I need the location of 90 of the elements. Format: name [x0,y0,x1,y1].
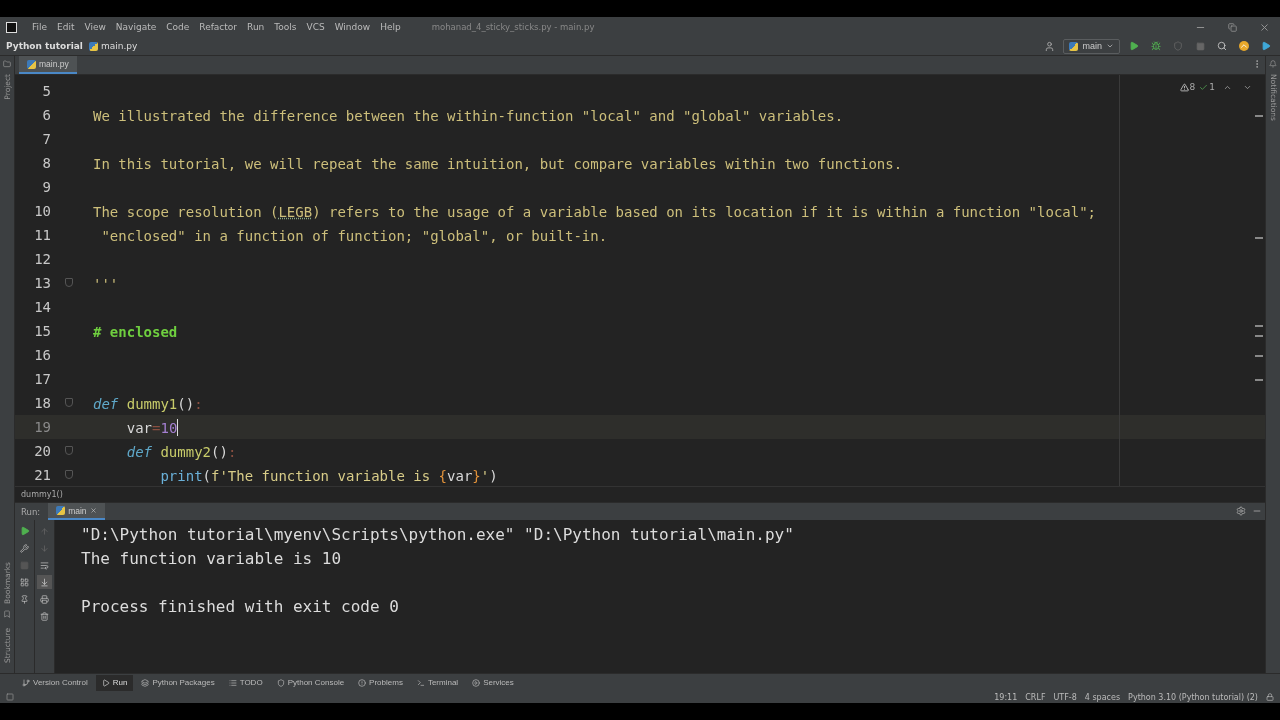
file-breadcrumb[interactable]: main.py [88,41,138,51]
alert-icon [358,678,367,687]
tool-window-button[interactable]: Run [95,674,134,691]
status-item[interactable]: 19:11 [994,692,1018,702]
terminal-icon [416,678,425,687]
menu-item[interactable]: Navigate [110,22,162,32]
editor-tab[interactable]: main.py [19,56,77,74]
scope-breadcrumb[interactable]: dummy1() [21,490,63,499]
line-number: 6 [41,107,51,123]
run-label: Run: [21,505,41,519]
play-circle-icon [472,678,481,687]
line-number: 21 [33,467,51,483]
layout-icon[interactable] [17,575,32,589]
code-line: "enclosed" in a function of function; "global", or built-in. [100,226,608,245]
line-number: 11 [33,227,51,243]
warning-count[interactable]: 8 [1179,82,1196,92]
text-cursor [177,418,179,436]
bookmark-icon [3,609,11,618]
tool-window-button[interactable]: Python Packages [135,674,221,691]
play-icon [101,678,110,687]
tool-window-button[interactable]: Version Control [16,674,94,691]
code-line: ''' [93,274,119,293]
project-breadcrumb[interactable]: Python tutorial [6,41,83,51]
app-logo-icon [6,21,17,33]
menu-item[interactable]: Code [161,22,195,32]
console-output: The function variable is 10 [81,548,342,568]
code-line: We illustrated the difference between the within-function "local" and "global" variables. [93,106,844,125]
code-line: The scope resolution (LEGB) refers to the usage of a variable based on its location if it is within a function "local"; [93,202,1097,221]
line-number: 8 [41,155,51,171]
code-line: var=10 [125,418,178,437]
menu-item[interactable]: Refactor [194,22,243,32]
scroll-to-end-icon[interactable] [37,575,52,589]
tool-window-button[interactable]: Python Console [270,674,351,691]
line-number: 5 [41,83,51,99]
close-icon [1258,21,1270,33]
status-item[interactable]: UTF-8 [1053,692,1077,702]
menu-item[interactable]: Tools [269,22,302,32]
menu-item[interactable]: Help [375,22,406,32]
line-number: 10 [33,203,51,219]
tool-window-button[interactable]: Services [466,674,520,691]
close-icon[interactable] [89,507,97,514]
lock-icon[interactable] [1266,693,1274,701]
bell-icon [1269,60,1277,68]
check-icon [1199,82,1209,92]
console-output: Process finished with exit code 0 [81,596,399,616]
code-line: def dummy2(): [125,442,237,461]
shield-icon [276,678,285,687]
status-item[interactable]: CRLF [1025,692,1046,702]
line-number: 15 [33,323,51,339]
code-line: def dummy1(): [93,394,203,413]
line-number: 7 [41,131,51,147]
folder-icon [3,60,11,68]
menu-item[interactable]: Edit [52,22,80,32]
status-item[interactable]: Python 3.10 (Python tutorial) (2) [1128,692,1258,702]
tool-window-button[interactable]: TODO [222,674,269,691]
status-item[interactable]: 4 spaces [1084,692,1121,702]
line-number: 12 [33,251,51,267]
line-number: 18 [33,395,51,411]
list-icon [228,678,237,687]
code-line: print(f'The function variable is {var}') [159,466,498,485]
line-number: 19 [33,419,51,435]
menu-item[interactable]: VCS [301,22,330,32]
print-icon[interactable] [37,592,52,606]
line-number: 20 [33,443,51,459]
code-line: In this tutorial, we will repeat the same intuition, but compare variables within two functions. [93,154,903,173]
line-number: 14 [33,299,51,315]
weak-warning-count[interactable]: 1 [1199,82,1215,92]
run-tab[interactable]: main [48,503,105,520]
stop-icon[interactable] [17,558,32,572]
line-number: 9 [41,179,51,195]
line-number: 16 [33,347,51,363]
tool-window-button[interactable]: Problems [352,674,409,691]
wrench-icon[interactable] [17,541,32,555]
branch-icon [22,678,30,687]
menu-item[interactable]: Run [242,22,270,32]
menu-item[interactable]: File [27,22,53,32]
caret-icon [1106,42,1114,50]
tool-window-button[interactable]: Terminal [410,674,465,691]
layers-icon [141,678,150,687]
run-config-dropdown[interactable]: main [1063,38,1120,54]
layout-toggle-icon[interactable] [6,693,14,701]
menu-item[interactable]: View [79,22,111,32]
code-line: # enclosed [93,322,178,341]
window-title: mohanad_4_sticky_sticks.py - main.py [431,22,595,32]
warning-icon [1179,82,1189,92]
line-number: 13 [33,275,51,291]
line-number: 17 [33,371,51,387]
restore-icon [1227,22,1237,32]
menu-item[interactable]: Window [329,22,376,32]
console-output: "D:\Python tutorial\myenv\Scripts\python.exe" "D:\Python tutorial\main.py" [81,524,794,544]
